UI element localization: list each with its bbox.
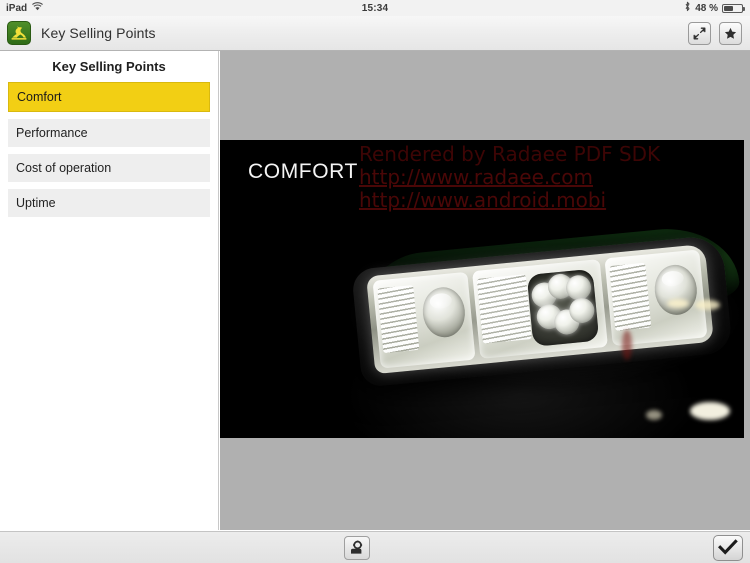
favorite-button[interactable] [719, 21, 742, 45]
status-bar: iPad 15:34 48 % [0, 0, 750, 16]
background-light [646, 410, 662, 420]
status-bar-left: iPad [0, 2, 200, 14]
status-bar-clock: 15:34 [361, 2, 389, 14]
sidebar-item-performance[interactable]: Performance [8, 119, 210, 147]
reflector-flutes [476, 274, 532, 344]
john-deere-logo-icon [7, 21, 31, 45]
confirm-button[interactable] [713, 534, 743, 561]
status-bar-right: 48 % [550, 1, 750, 15]
present-button[interactable] [343, 535, 370, 560]
sidebar-item-cost-of-operation[interactable]: Cost of operation [8, 154, 210, 182]
sidebar-title: Key Selling Points [52, 59, 166, 74]
battery-icon [722, 3, 745, 13]
navigation-bar: Key Selling Points [0, 16, 750, 51]
ipad-app-window: iPad 15:34 48 % Key Selling Points Key S… [0, 0, 750, 563]
sidebar-item-label: Cost of operation [16, 161, 112, 175]
bottom-toolbar [0, 531, 750, 563]
projector-lens [420, 285, 468, 340]
reflector-flutes [609, 262, 652, 331]
headlight-cell-center [471, 259, 609, 359]
slide-title: COMFORT [248, 160, 358, 183]
headlight-cell-left [372, 271, 476, 369]
led-cluster [526, 268, 600, 347]
background-light [695, 300, 720, 310]
sidebar-item-uptime[interactable]: Uptime [8, 189, 210, 217]
pdf-viewer[interactable]: COMFORT Rendered by Radaee PDF SDK http:… [220, 51, 750, 530]
watermark-line-1: Rendered by Radaee PDF SDK [359, 142, 661, 166]
checkmark-icon [718, 539, 738, 555]
headlight-cell-right [604, 249, 708, 347]
projector-icon [350, 540, 362, 554]
wifi-icon [32, 2, 44, 14]
pdf-page[interactable]: COMFORT Rendered by Radaee PDF SDK http:… [220, 140, 744, 438]
page-title: Key Selling Points [41, 25, 156, 41]
sidebar-item-label: Performance [16, 126, 88, 140]
bluetooth-icon [684, 1, 691, 15]
battery-percent-label: 48 % [695, 2, 718, 14]
collapse-arrows-button[interactable] [688, 21, 711, 45]
pdf-watermark: Rendered by Radaee PDF SDK http://www.ra… [359, 143, 660, 212]
background-marker-light [622, 330, 632, 360]
watermark-link-android-mobi[interactable]: http://www.android.mobi [359, 189, 660, 212]
watermark-link-radaee[interactable]: http://www.radaee.com [359, 166, 660, 189]
sidebar-item-comfort[interactable]: Comfort [8, 82, 210, 112]
background-light [667, 299, 689, 308]
sidebar-item-label: Comfort [17, 90, 62, 104]
sidebar: Key Selling Points Comfort Performance C… [0, 51, 219, 530]
background-light [690, 402, 730, 420]
device-label: iPad [6, 2, 28, 14]
projector-lens [652, 262, 700, 317]
battery-fill [724, 5, 734, 11]
reflector-flutes [377, 285, 420, 354]
sidebar-item-label: Uptime [16, 196, 56, 210]
